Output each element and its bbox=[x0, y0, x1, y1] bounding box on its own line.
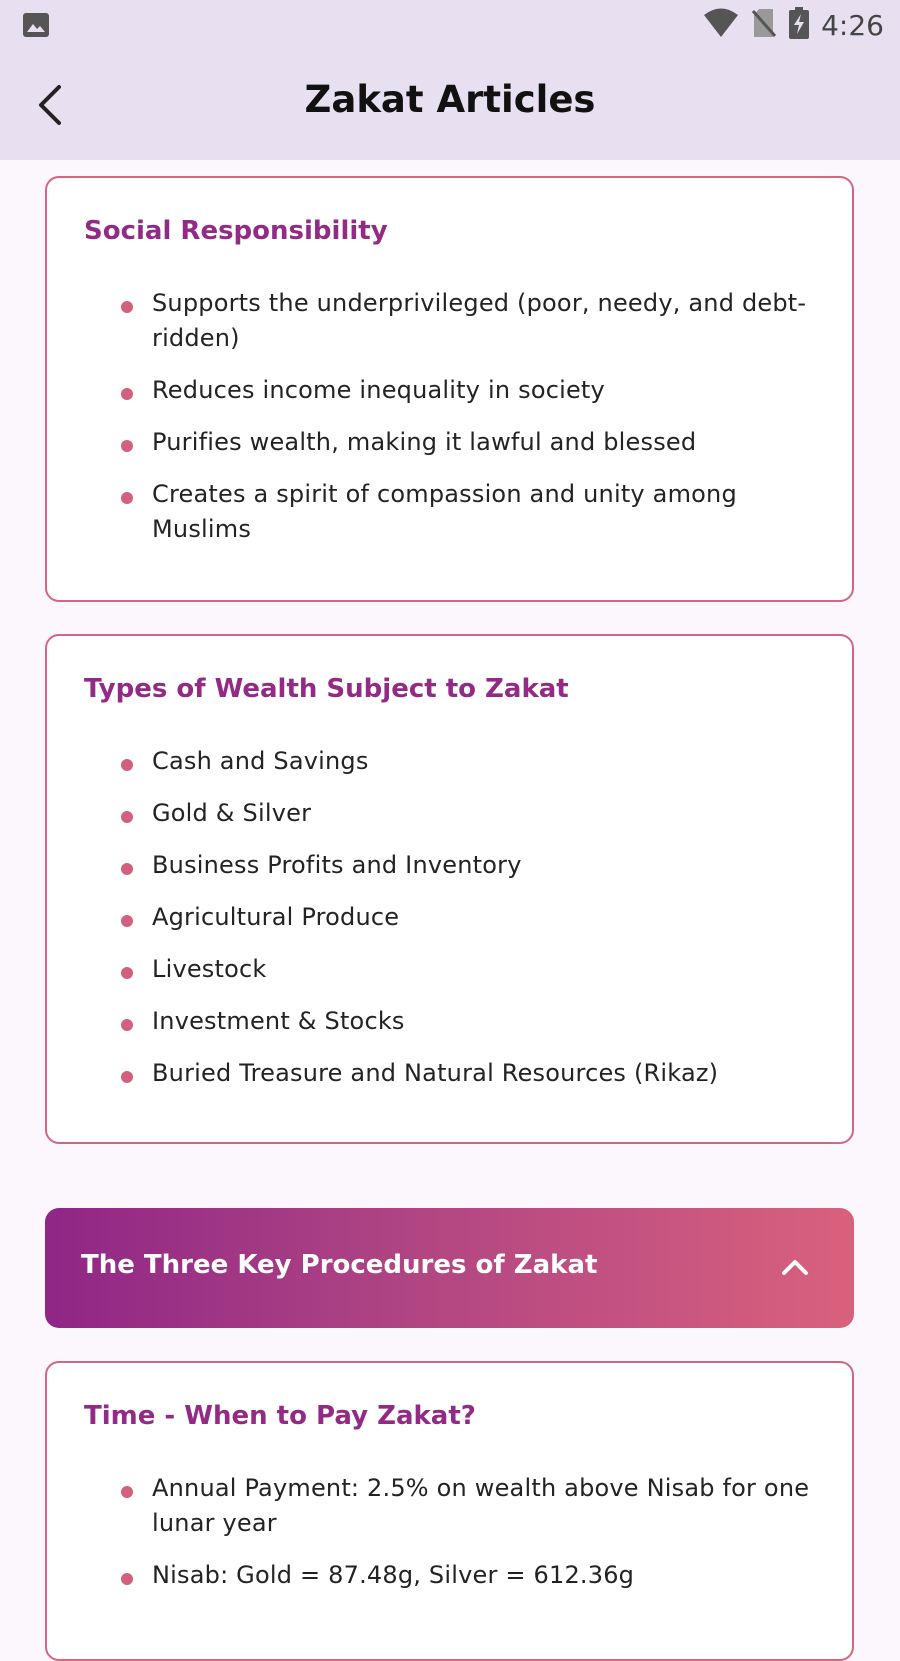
bullet-dot bbox=[121, 1573, 133, 1585]
list-item: Investment & Stocks bbox=[47, 1004, 852, 1039]
bullet-dot bbox=[121, 915, 133, 927]
bullet-list: Supports the underprivileged (poor, need… bbox=[47, 286, 852, 547]
bullet-dot bbox=[121, 388, 133, 400]
chevron-up-icon bbox=[782, 1260, 808, 1275]
card-title: Types of Wealth Subject to Zakat bbox=[84, 674, 569, 704]
list-item-text: Creates a spirit of compassion and unity… bbox=[152, 480, 737, 543]
list-item: Supports the underprivileged (poor, need… bbox=[47, 286, 852, 356]
list-item: Buried Treasure and Natural Resources (R… bbox=[47, 1056, 852, 1091]
list-item-text: Nisab: Gold = 87.48g, Silver = 612.36g bbox=[152, 1561, 635, 1589]
bullet-dot bbox=[121, 301, 133, 313]
list-item: Creates a spirit of compassion and unity… bbox=[47, 477, 852, 547]
procedures-label: The Three Key Procedures of Zakat bbox=[81, 1250, 598, 1280]
list-item-text: Cash and Savings bbox=[152, 747, 369, 775]
list-item: Cash and Savings bbox=[47, 744, 852, 779]
battery-charging-icon bbox=[789, 7, 810, 43]
bullet-list: Annual Payment: 2.5% on wealth above Nis… bbox=[47, 1471, 852, 1593]
card-title: Social Responsibility bbox=[84, 216, 388, 246]
list-item-text: Supports the underprivileged (poor, need… bbox=[152, 289, 807, 352]
procedures-accordion-header[interactable]: The Three Key Procedures of Zakat bbox=[45, 1208, 854, 1328]
app-bar: Zakat Articles bbox=[0, 50, 900, 160]
status-bar: 4:26 bbox=[0, 0, 900, 50]
photo-icon bbox=[22, 12, 50, 42]
list-item: Nisab: Gold = 87.48g, Silver = 612.36g bbox=[47, 1558, 852, 1593]
list-item: Purifies wealth, making it lawful and bl… bbox=[47, 425, 852, 460]
bullet-dot bbox=[121, 1486, 133, 1498]
list-item-text: Buried Treasure and Natural Resources (R… bbox=[152, 1059, 719, 1087]
bullet-dot bbox=[121, 1019, 133, 1031]
types-of-wealth-card: Types of Wealth Subject to Zakat Cash an… bbox=[45, 634, 854, 1144]
card-title: Time - When to Pay Zakat? bbox=[84, 1401, 476, 1431]
list-item: Annual Payment: 2.5% on wealth above Nis… bbox=[47, 1471, 852, 1541]
list-item-text: Annual Payment: 2.5% on wealth above Nis… bbox=[152, 1474, 810, 1537]
status-time: 4:26 bbox=[821, 8, 884, 42]
social-responsibility-card: Social Responsibility Supports the under… bbox=[45, 176, 854, 602]
wifi-icon bbox=[703, 8, 739, 42]
list-item-text: Purifies wealth, making it lawful and bl… bbox=[152, 428, 697, 456]
list-item-text: Business Profits and Inventory bbox=[152, 851, 522, 879]
list-item-text: Investment & Stocks bbox=[152, 1007, 405, 1035]
list-item: Reduces income inequality in society bbox=[47, 373, 852, 408]
list-item: Agricultural Produce bbox=[47, 900, 852, 935]
list-item-text: Reduces income inequality in society bbox=[152, 376, 605, 404]
bullet-dot bbox=[121, 1071, 133, 1083]
bullet-dot bbox=[121, 759, 133, 771]
bullet-dot bbox=[121, 811, 133, 823]
bullet-dot bbox=[121, 492, 133, 504]
list-item-text: Livestock bbox=[152, 955, 267, 983]
list-item: Gold & Silver bbox=[47, 796, 852, 831]
no-sim-icon bbox=[751, 8, 777, 42]
bullet-list: Cash and Savings Gold & Silver Business … bbox=[47, 744, 852, 1091]
list-item-text: Gold & Silver bbox=[152, 799, 312, 827]
bullet-dot bbox=[121, 863, 133, 875]
bullet-dot bbox=[121, 440, 133, 452]
list-item: Business Profits and Inventory bbox=[47, 848, 852, 883]
bullet-dot bbox=[121, 967, 133, 979]
list-item: Livestock bbox=[47, 952, 852, 987]
time-card: Time - When to Pay Zakat? Annual Payment… bbox=[45, 1361, 854, 1661]
list-item-text: Agricultural Produce bbox=[152, 903, 400, 931]
page-title: Zakat Articles bbox=[304, 78, 596, 121]
